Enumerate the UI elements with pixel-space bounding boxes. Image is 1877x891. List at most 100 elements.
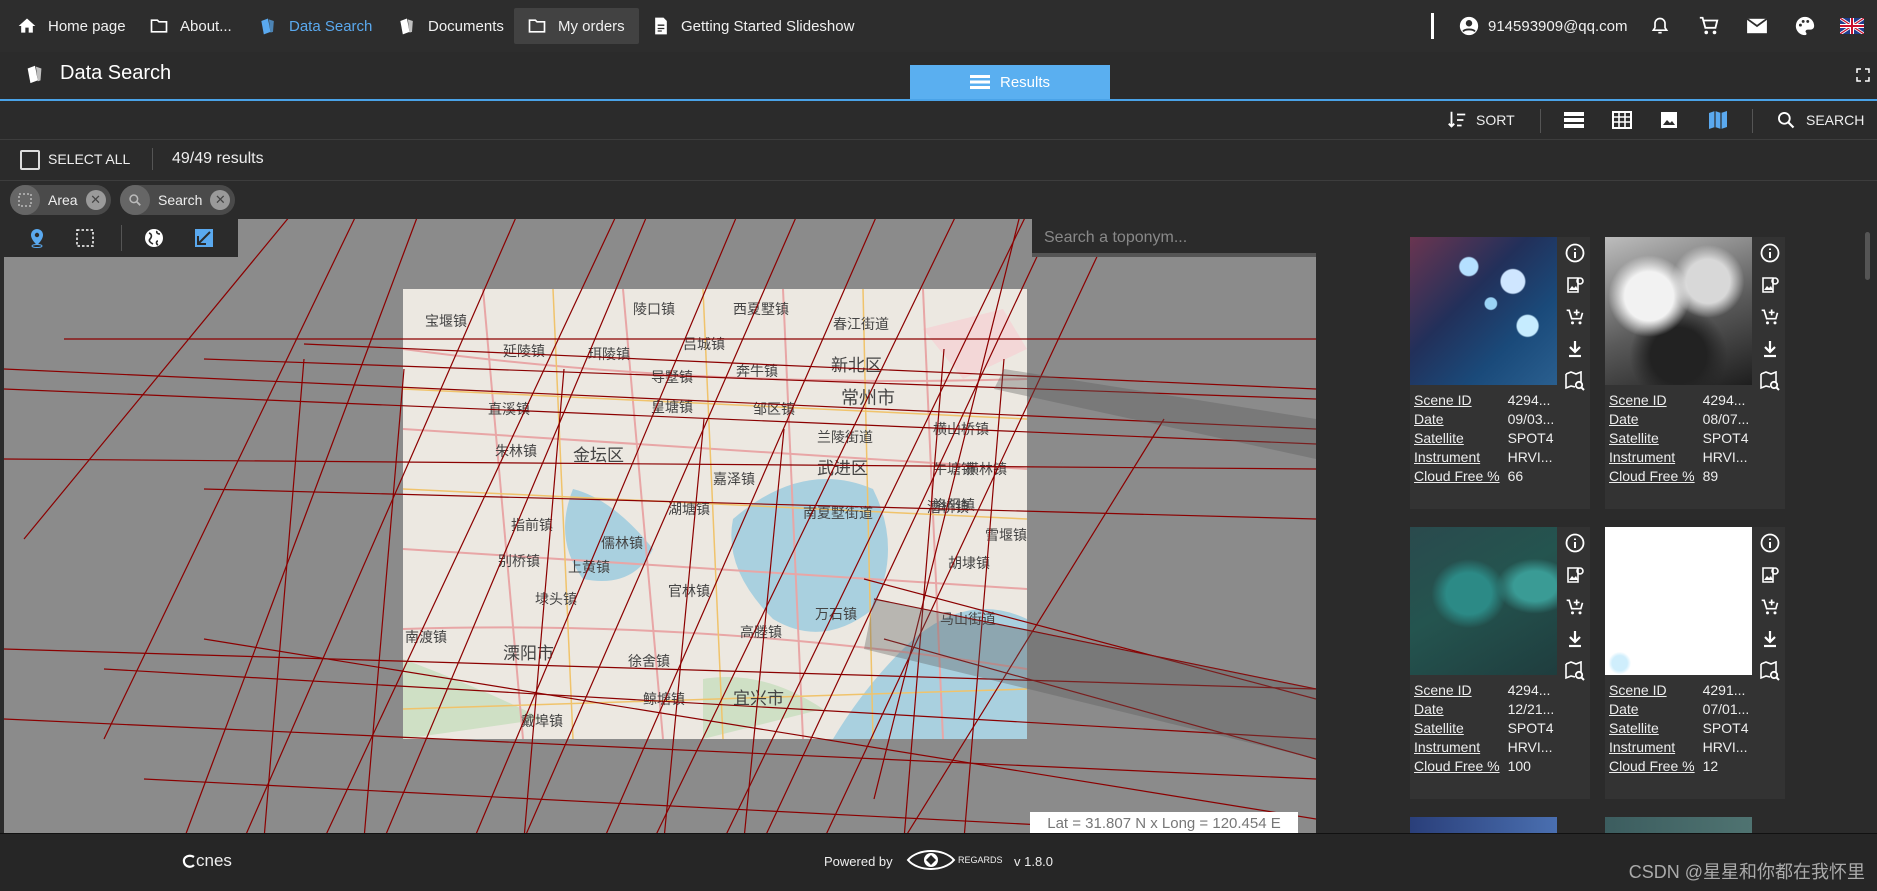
- top-navigation-bar: Home page About... Data Search Documents…: [0, 0, 1877, 53]
- result-thumbnail-partial[interactable]: [1410, 817, 1557, 833]
- results-toolbar: SORT SEARCH: [0, 101, 1877, 140]
- quicklook-icon[interactable]: [1560, 269, 1590, 301]
- field-label[interactable]: Date: [1414, 700, 1508, 719]
- field-label[interactable]: Cloud Free %: [1609, 757, 1703, 776]
- result-card[interactable]: Scene ID 4291... Date 07/01... Satellite SP…: [1605, 527, 1785, 799]
- language-button[interactable]: [1840, 0, 1864, 52]
- filter-chip-area[interactable]: Area ✕: [10, 185, 111, 215]
- select-all-label[interactable]: SELECT ALL: [48, 151, 130, 167]
- add-to-cart-icon[interactable]: [1560, 301, 1590, 333]
- quicklook-icon[interactable]: [1755, 559, 1785, 591]
- result-card[interactable]: Scene ID 4294... Date 12/21... Satellite SP…: [1410, 527, 1590, 799]
- nav-my-orders[interactable]: My orders: [514, 8, 639, 44]
- nav-data-search[interactable]: Data Search: [257, 8, 372, 44]
- result-thumbnail[interactable]: [1605, 237, 1752, 385]
- field-label[interactable]: Date: [1609, 700, 1703, 719]
- close-icon[interactable]: ✕: [85, 190, 106, 210]
- search-button[interactable]: SEARCH: [1776, 101, 1864, 139]
- results-scrollbar[interactable]: [1865, 232, 1870, 280]
- view-list-button[interactable]: [1564, 101, 1584, 139]
- info-icon[interactable]: [1755, 237, 1785, 269]
- add-to-cart-icon[interactable]: [1755, 591, 1785, 623]
- field-label[interactable]: Instrument: [1414, 738, 1508, 757]
- field-label[interactable]: Satellite: [1414, 719, 1508, 738]
- field-label[interactable]: Satellite: [1609, 719, 1703, 738]
- result-thumbnail[interactable]: [1410, 527, 1557, 675]
- locate-on-map-icon[interactable]: [1560, 655, 1590, 687]
- toponym-search-input[interactable]: Search a toponym...: [1032, 219, 1316, 257]
- nav-about[interactable]: About...: [148, 8, 232, 44]
- locate-on-map-icon[interactable]: [1755, 365, 1785, 397]
- cart-button[interactable]: [1698, 0, 1720, 52]
- field-label[interactable]: Satellite: [1609, 429, 1703, 448]
- result-thumbnail[interactable]: [1605, 527, 1752, 675]
- info-icon[interactable]: [1755, 527, 1785, 559]
- date-value: 07/01...: [1702, 701, 1750, 717]
- regards-logo: REGARDS: [906, 846, 1003, 874]
- notifications-button[interactable]: [1650, 0, 1670, 52]
- download-icon[interactable]: [1755, 333, 1785, 365]
- result-card[interactable]: Scene ID 4294... Date 08/07... Satellite SP…: [1605, 237, 1785, 509]
- view-quicklook-button[interactable]: [1660, 101, 1678, 139]
- tab-results[interactable]: Results: [910, 65, 1110, 99]
- field-label[interactable]: Date: [1609, 410, 1703, 429]
- field-label[interactable]: Date: [1414, 410, 1508, 429]
- field-label[interactable]: Instrument: [1414, 448, 1508, 467]
- nav-documents[interactable]: Documents: [396, 8, 504, 44]
- add-to-cart-icon[interactable]: [1560, 591, 1590, 623]
- add-to-cart-icon[interactable]: [1755, 301, 1785, 333]
- field-label[interactable]: Instrument: [1609, 738, 1703, 757]
- sort-button[interactable]: SORT: [1446, 101, 1515, 139]
- mail-icon: [1746, 18, 1768, 34]
- globe-icon[interactable]: [144, 228, 164, 248]
- satellite-value: SPOT4: [1507, 720, 1554, 736]
- map-tools-divider: [121, 225, 122, 251]
- result-thumbnail[interactable]: [1410, 237, 1557, 385]
- download-icon[interactable]: [1755, 623, 1785, 655]
- fullscreen-icon[interactable]: [1856, 68, 1870, 82]
- area-select-icon[interactable]: [76, 229, 94, 247]
- result-thumbnail-partial[interactable]: [1605, 817, 1752, 833]
- nav-label: Data Search: [289, 17, 373, 35]
- field-label[interactable]: Scene ID: [1609, 391, 1703, 410]
- user-menu[interactable]: 914593909@qq.com: [1458, 0, 1628, 52]
- area-icon: [10, 185, 40, 215]
- field-label[interactable]: Cloud Free %: [1414, 467, 1508, 486]
- locate-on-map-icon[interactable]: [1560, 365, 1590, 397]
- locate-on-map-icon[interactable]: [1755, 655, 1785, 687]
- result-card[interactable]: Scene ID 4294... Date 09/03... Satellite SP…: [1410, 237, 1590, 509]
- field-label[interactable]: Scene ID: [1414, 391, 1508, 410]
- cloud-free-value: 89: [1702, 468, 1719, 484]
- date-value: 08/07...: [1702, 411, 1750, 427]
- info-icon[interactable]: [1560, 527, 1590, 559]
- download-icon[interactable]: [1560, 333, 1590, 365]
- powered-by-label: Powered by: [824, 854, 893, 869]
- quicklook-icon[interactable]: [1755, 269, 1785, 301]
- nav-getting-started[interactable]: Getting Started Slideshow: [651, 8, 854, 44]
- field-label[interactable]: Satellite: [1414, 429, 1508, 448]
- theme-button[interactable]: [1794, 0, 1816, 52]
- view-table-button[interactable]: [1612, 101, 1632, 139]
- field-label[interactable]: Scene ID: [1609, 681, 1703, 700]
- pin-icon[interactable]: [28, 228, 46, 248]
- version-label: v 1.8.0: [1014, 854, 1054, 869]
- select-all-checkbox[interactable]: [20, 150, 40, 170]
- close-icon[interactable]: ✕: [210, 190, 231, 210]
- selection-divider: [152, 148, 153, 170]
- view-map-button[interactable]: [1708, 101, 1728, 139]
- field-label[interactable]: Instrument: [1609, 448, 1703, 467]
- field-label[interactable]: Cloud Free %: [1609, 467, 1703, 486]
- filter-chip-search[interactable]: Search ✕: [120, 185, 236, 215]
- mail-button[interactable]: [1746, 0, 1768, 52]
- map-view[interactable]: 宝堰镇 延陵镇 珥陵镇 吕城镇 导墅镇 皇塘镇 陵口镇 西夏墅镇 春江街道 新北…: [4, 219, 1316, 833]
- toolbar-divider: [1540, 109, 1541, 133]
- quicklook-icon[interactable]: [1560, 559, 1590, 591]
- download-icon[interactable]: [1560, 623, 1590, 655]
- results-count: 49/49 results: [172, 150, 264, 167]
- field-label[interactable]: Scene ID: [1414, 681, 1508, 700]
- nav-home-page[interactable]: Home page: [16, 8, 126, 44]
- map-2d-icon[interactable]: [194, 228, 214, 248]
- field-label[interactable]: Cloud Free %: [1414, 757, 1508, 776]
- list-icon: [969, 75, 990, 89]
- info-icon[interactable]: [1560, 237, 1590, 269]
